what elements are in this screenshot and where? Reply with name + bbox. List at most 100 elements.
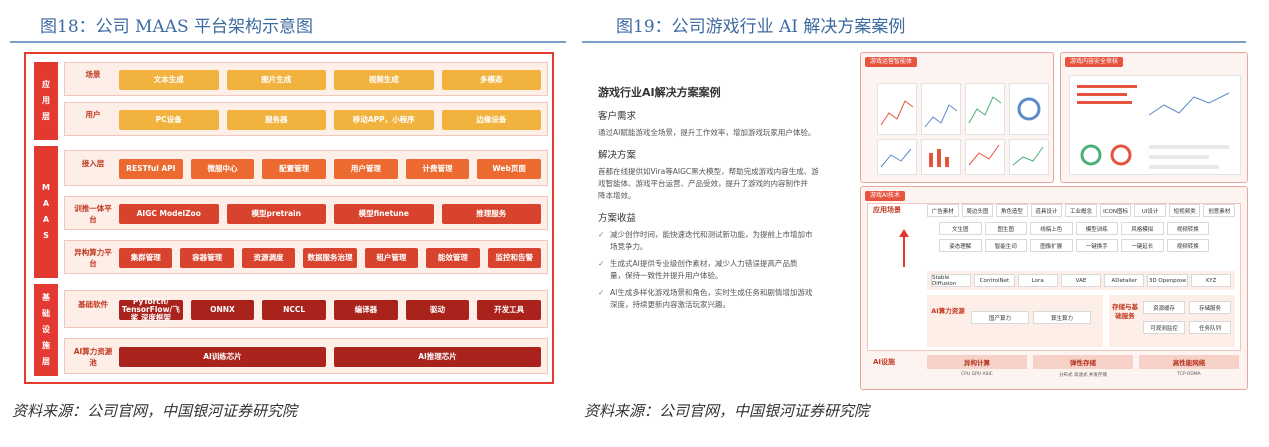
layer-sidebar-label: 应用层 [34, 62, 58, 140]
solution-text-line: 降本增效。 [598, 191, 636, 200]
layer-sidebar-char: 基 [42, 293, 50, 302]
storage-chip: 存储服务 [1189, 301, 1231, 314]
panel-game-ai-tech-title: 游戏AI技术 [865, 191, 905, 201]
panel-content-audit-title: 游戏内容安全审核 [1065, 57, 1124, 67]
layer-chip: 模型pretrain [226, 204, 326, 224]
layer-sidebar-char: M [42, 183, 50, 192]
layer-row: 场景 文本生成 图片生成 视频生成 多模态 [64, 62, 548, 96]
layer-chip: AI训练芯片 [119, 347, 326, 367]
model-chip: Lora [1017, 274, 1058, 287]
app-scene-chip: 工业概念 [1065, 204, 1097, 217]
benefit-text-line: 减少创作时间，能快速迭代和测试新功能，为提前上市增加市 [610, 230, 813, 239]
benefit-text-line: AI生成多样化游戏场景和角色，实时生成任务和剧情增加游戏 [610, 288, 813, 297]
layer-chip: 租户管理 [364, 248, 419, 268]
layer-chip: 视频生成 [334, 70, 434, 90]
layer-chip: 边缘设备 [441, 110, 541, 130]
panel-game-ai-tech: 游戏AI技术 应用场景 广告素材 周边头图 角色造型 道具设计 工业概念 ICON图标 UI设… [860, 186, 1248, 390]
need-text: 通过AI赋能游戏全场景，提升工作效率，增加游戏玩家用户体验。 [598, 128, 816, 137]
layer-chip: RESTful API [119, 159, 183, 179]
chart-sketches [880, 96, 1044, 168]
layer-chip: ONNX [190, 300, 255, 320]
layer-chip: 计费管理 [405, 159, 470, 179]
app-scene-chip: 创意素材 [1203, 204, 1235, 217]
benefit-item: ✓ 减少创作时间，能快速迭代和测试新功能，为提前上市增加市 场竞争力。 [598, 229, 848, 253]
model-chip: 3D Openpose [1147, 274, 1188, 287]
app-scene-chip: ICON图标 [1099, 204, 1132, 217]
solution-text: 首都在线提供如Vira等AIGC黑大模型，帮助完成游戏内容生成、游 戏智能体、游戏… [598, 166, 848, 202]
benefit-heading: 方案收益 [598, 213, 637, 224]
storage-chip: 任务队列 [1189, 321, 1231, 334]
model-chip: XYZ [1190, 274, 1231, 287]
audit-chart-sketches [1077, 85, 1230, 169]
infra-label: AI设施 [873, 358, 896, 366]
layer-chip: 图片生成 [226, 70, 326, 90]
layer-sidebar-label: 基础设施层 [34, 284, 58, 376]
compute-chip: 算生算力 [1033, 311, 1091, 324]
check-icon: ✓ [598, 230, 605, 239]
layer-chip: 模型finetune [334, 204, 434, 224]
layer-chip: AIGC ModelZoo [119, 204, 219, 224]
check-icon: ✓ [598, 288, 605, 297]
layer-chip: 推理服务 [441, 204, 541, 224]
storage-chip: 可观测监控 [1143, 321, 1185, 334]
app-scene-chip: 广告素材 [927, 204, 959, 217]
benefit-text-line: 量，保持一致性并提升用户体验。 [610, 271, 723, 280]
layer-chip: 服务器 [226, 110, 326, 130]
layer-row: AI算力资源池 AI训练芯片 AI推理芯片 [64, 338, 548, 374]
layer-row: 训推一体平台 AIGC ModelZoo 模型pretrain 模型finetune 推… [64, 196, 548, 230]
layer-chip: 多模态 [441, 70, 541, 90]
row-label: 基础软件 [78, 300, 108, 309]
app-scene-chip: 姿态理解 [939, 239, 982, 252]
app-scene-chip: 短视频类 [1168, 204, 1201, 217]
layer-row: 用户 PC设备 服务器 移动APP，小程序 边缘设备 [64, 102, 548, 136]
layer-chip: 配置管理 [262, 159, 326, 179]
maas-architecture-diagram: 应用层 场景 文本生成 图片生成 视频生成 多模态 用户 PC设备 服务器 移动APP，小程序 边缘… [24, 52, 554, 384]
compute-chip: 国产算力 [971, 311, 1029, 324]
layer-sidebar-char: A [42, 199, 50, 208]
row-label: AI算力资源池 [73, 347, 113, 367]
app-scene-chip: 道具设计 [1030, 204, 1063, 217]
storage-label: 存储与基础服务 [1112, 303, 1138, 320]
game-ai-solution-visual: 游戏运营智能体 游戏内容安全审核 游戏AI技术 应用场景 广告素材 周边头图 角… [860, 52, 1248, 390]
infra-chip: 高性能网络 [1139, 355, 1239, 369]
storage-chip: 资源缓存 [1143, 301, 1185, 314]
infra-sub-label: CPU GPU ASIC [961, 372, 993, 377]
layer-chip: PyTorch/ TensorFlow/飞桨 深度框架 [119, 298, 183, 322]
app-scene-chip: 一键换手 [1075, 239, 1118, 252]
row-label: 用户 [85, 110, 101, 119]
layer-sidebar-char: 施 [42, 341, 50, 350]
case-description: 游戏行业AI解决方案案例 客户需求 通过AI赋能游戏全场景，提升工作效率，增加游… [598, 84, 848, 316]
infra-sub-label: 分布式 高速式 并发存储 [1059, 373, 1107, 378]
app-scene-chip: UI设计 [1134, 204, 1166, 217]
right-figure-source: 资料来源：公司官网，中国银河证券研究院 [584, 402, 870, 420]
app-scene-chip: 图生图 [984, 222, 1027, 235]
layer-sidebar-char: 用 [42, 96, 50, 105]
app-scene-chip: 角色造型 [996, 204, 1028, 217]
layer-chip: 监控和告警 [487, 248, 541, 268]
layer-chip: Web页面 [477, 159, 541, 179]
layer-chip: 能效管理 [426, 248, 480, 268]
layer-sidebar-char: 层 [42, 112, 50, 121]
layer-row: 基础软件 PyTorch/ TensorFlow/飞桨 深度框架 ONNX NCCL 编… [64, 290, 548, 328]
app-scene-label: 应用场景 [873, 206, 901, 214]
model-chip: ControlNet [974, 274, 1015, 287]
solution-text-line: 首都在线提供如Vira等AIGC黑大模型，帮助完成游戏内容生成、游 [598, 167, 819, 176]
app-scene-chip: 线稿上色 [1030, 222, 1073, 235]
infra-sub-label: TCP RDMA [1177, 372, 1201, 377]
layer-sidebar-char: 应 [42, 80, 50, 89]
benefit-text-line: 场竞争力。 [610, 242, 648, 251]
need-heading: 客户需求 [598, 111, 637, 122]
up-arrow-icon [899, 229, 909, 267]
solution-text-line: 戏智能体、游戏平台运营、产品受效，提升了游戏的内容制作并 [598, 179, 808, 188]
app-scene-chip: 模型训练 [1075, 222, 1118, 235]
row-label: 场景 [85, 70, 101, 79]
row-label: 训推一体平台 [74, 204, 112, 224]
layer-chip: 用户管理 [334, 159, 398, 179]
row-label: 异构算力平台 [74, 248, 112, 268]
layer-chip: 编译器 [334, 300, 398, 320]
layer-sidebar-char: 础 [42, 309, 50, 318]
app-scene-chip: 一键延长 [1121, 239, 1164, 252]
app-scene-chip: 文生图 [939, 222, 982, 235]
model-chip: ADetailer [1104, 274, 1145, 287]
panel-game-ops-agent-title: 游戏运营智能体 [865, 57, 918, 67]
